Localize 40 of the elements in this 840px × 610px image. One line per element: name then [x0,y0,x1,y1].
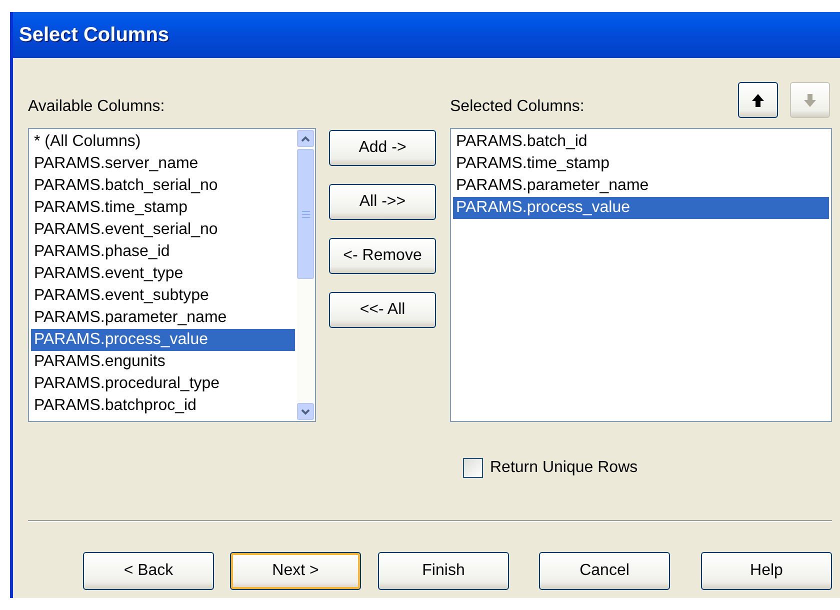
scrollbar[interactable] [297,129,315,421]
scroll-down-icon[interactable] [301,408,310,414]
dialog-button[interactable]: Next > [230,552,361,590]
list-item[interactable]: PARAMS.time_stamp [453,153,829,175]
list-item[interactable]: PARAMS.batch_id [453,131,829,153]
list-item[interactable]: PARAMS.server_name [31,153,295,175]
checkbox[interactable] [463,458,483,478]
list-item[interactable]: PARAMS.time_stamp [31,197,295,219]
move-up-button[interactable] [738,82,778,118]
list-label: Available Columns: [28,98,165,117]
list-label: Selected Columns: [450,98,584,117]
down-arrow-icon [803,92,817,108]
dialog-button[interactable]: < Back [83,552,214,590]
selected-columns-list[interactable]: PARAMS.batch_id PARAMS.time_stamp PARAMS.parameter_name PARAMS.process_value [450,128,832,422]
dialog-button[interactable]: Help [701,552,832,590]
list-item[interactable]: PARAMS.phase_id [31,241,295,263]
list-item[interactable]: PARAMS.engunits [31,351,295,373]
list-item[interactable]: PARAMS.event_serial_no [31,219,295,241]
list-item[interactable]: PARAMS.batchproc_id [31,395,295,417]
scroll-up-icon[interactable] [301,136,310,142]
up-arrow-icon [751,92,765,108]
list-item[interactable]: PARAMS.event_type [31,263,295,285]
list-item[interactable]: PARAMS.batch_serial_no [31,175,295,197]
list-item[interactable]: PARAMS.process_value [453,197,829,219]
window-title: Select Columns [19,24,170,46]
dialog-button[interactable]: Cancel [539,552,670,590]
available-columns-list[interactable] [28,128,316,422]
list-item[interactable]: PARAMS.procedural_type [31,373,295,395]
transfer-button[interactable]: All ->> [329,184,436,220]
checkbox-label: Return Unique Rows [490,459,638,477]
transfer-button[interactable]: <- Remove [329,238,436,274]
list-item[interactable]: PARAMS.parameter_name [31,307,295,329]
transfer-button[interactable]: <<- All [329,292,436,328]
list-item[interactable]: PARAMS.parameter_name [453,175,829,197]
list-item[interactable]: * (All Columns) [31,131,295,153]
transfer-button[interactable]: Add -> [329,130,436,166]
list-item[interactable]: PARAMS.event_subtype [31,285,295,307]
list-item[interactable]: PARAMS.process_value [31,329,295,351]
dialog-button[interactable]: Finish [378,552,509,590]
grip-icon [302,210,310,218]
